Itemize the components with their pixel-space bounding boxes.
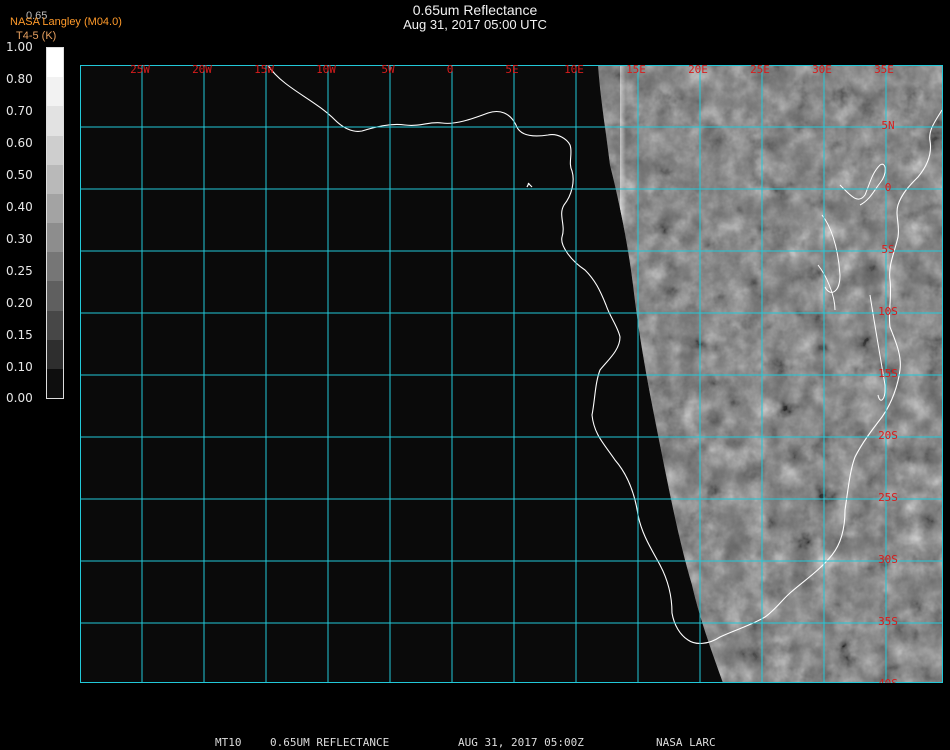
latitude-label: 20S bbox=[878, 429, 898, 442]
colorbar-step bbox=[47, 252, 63, 283]
colorbar-label: 1.00 bbox=[6, 40, 33, 54]
longitude-label: 30E bbox=[812, 65, 832, 76]
colorbar-step bbox=[47, 77, 63, 108]
longitude-label: 10W bbox=[316, 65, 336, 76]
longitude-label: 20W bbox=[192, 65, 212, 76]
footer-org: NASA LARC bbox=[656, 736, 716, 749]
colorbar-label: 0.60 bbox=[6, 136, 33, 150]
colorbar-label: 0.50 bbox=[6, 168, 33, 182]
map-title: 0.65um Reflectance bbox=[412, 2, 538, 18]
longitude-label: 0 bbox=[447, 65, 454, 76]
latitude-label: 30S bbox=[878, 553, 898, 566]
colorbar-label: 0.00 bbox=[6, 391, 33, 405]
latitude-label: 40S bbox=[878, 677, 898, 683]
colorbar-step bbox=[47, 106, 63, 137]
longitude-label: 20E bbox=[688, 65, 708, 76]
longitude-label: 10E bbox=[564, 65, 584, 76]
footer-satellite: MT10 bbox=[215, 736, 242, 749]
colorbar-label: 0.10 bbox=[6, 360, 33, 374]
colorbar-step bbox=[47, 135, 63, 166]
map-canvas: 25W 20W 15W 10W 5W 0 5E 10E 15E 20E 25E 30E 35E 5N 0 5S… bbox=[80, 65, 943, 683]
colorbar-step bbox=[47, 368, 63, 398]
colorbar-step bbox=[47, 193, 63, 224]
colorbar-step bbox=[47, 339, 63, 370]
colorbar-label: 0.80 bbox=[6, 72, 33, 86]
colorbar-step bbox=[47, 48, 63, 79]
latitude-label: 15S bbox=[878, 367, 898, 380]
latitude-label: 5N bbox=[881, 119, 894, 132]
longitude-label: 25W bbox=[130, 65, 150, 76]
longitude-label: 5W bbox=[381, 65, 395, 76]
footer-product: 0.65UM REFLECTANCE bbox=[270, 736, 390, 749]
latitude-label: 10S bbox=[878, 305, 898, 318]
source-label: NASA Langley (M04.0) bbox=[10, 16, 122, 28]
colorbar-label: 0.30 bbox=[6, 232, 33, 246]
colorbar bbox=[46, 47, 64, 399]
colorbar-label: 0.70 bbox=[6, 104, 33, 118]
latitude-label: 0 bbox=[885, 181, 892, 194]
colorbar-step bbox=[47, 310, 63, 341]
colorbar-step bbox=[47, 281, 63, 312]
longitude-label: 15E bbox=[626, 65, 646, 76]
latitude-label: 5S bbox=[881, 243, 894, 256]
longitude-label: 5E bbox=[505, 65, 518, 76]
longitude-label: 25E bbox=[750, 65, 770, 76]
colorbar-label: 0.15 bbox=[6, 328, 33, 342]
longitude-label: 35E bbox=[874, 65, 894, 76]
colorbar-label: 0.40 bbox=[6, 200, 33, 214]
colorbar-label: 0.20 bbox=[6, 296, 33, 310]
footer-datetime: AUG 31, 2017 05:00Z bbox=[458, 736, 584, 749]
map-subtitle: Aug 31, 2017 05:00 UTC bbox=[403, 17, 547, 32]
colorbar-step bbox=[47, 164, 63, 195]
latitude-label: 35S bbox=[878, 615, 898, 628]
satellite-map: 25W 20W 15W 10W 5W 0 5E 10E 15E 20E 25E 30E 35E 5N 0 5S… bbox=[80, 65, 943, 683]
colorbar-step bbox=[47, 223, 63, 254]
latitude-label: 25S bbox=[878, 491, 898, 504]
colorbar-label: 0.25 bbox=[6, 264, 33, 278]
longitude-label: 15W bbox=[254, 65, 274, 76]
